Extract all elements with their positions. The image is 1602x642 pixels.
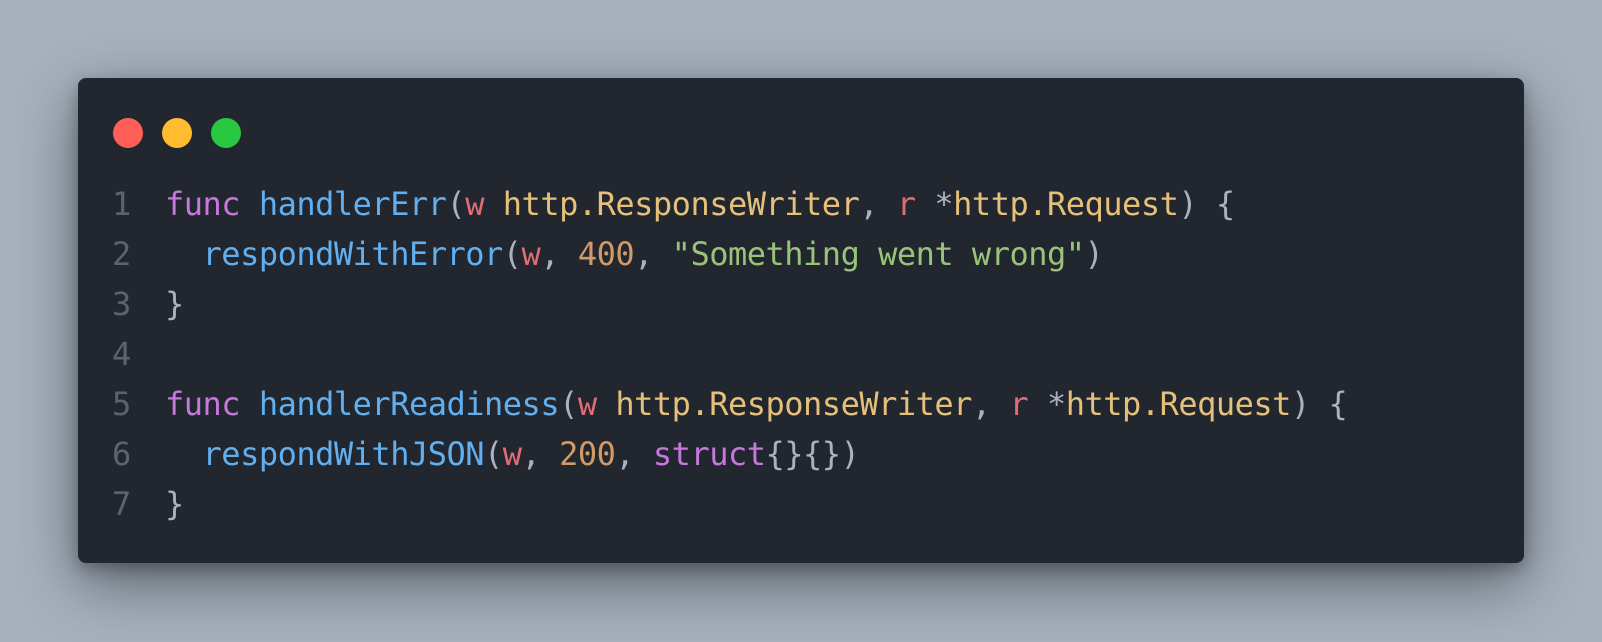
code-token-plain: , xyxy=(634,235,672,273)
code-token-plain: * xyxy=(915,185,954,223)
line-content: } xyxy=(165,479,184,529)
code-token-plain: ( xyxy=(559,385,578,423)
line-content: respondWithError(w, 400, "Something went… xyxy=(165,229,1104,279)
code-token-plain: , xyxy=(615,435,653,473)
code-token-plain: ( xyxy=(502,235,522,273)
line-number: 7 xyxy=(112,485,131,523)
window-controls xyxy=(113,118,241,148)
close-dot[interactable] xyxy=(113,118,143,148)
code-token-function: handlerReadiness xyxy=(258,385,560,423)
code-token-function: respondWithJSON xyxy=(202,435,485,473)
minimize-dot[interactable] xyxy=(162,118,192,148)
code-token-function: handlerErr xyxy=(258,185,447,223)
line-number: 1 xyxy=(112,185,131,223)
code-token-plain: ( xyxy=(446,185,466,223)
code-token-plain: , xyxy=(521,435,560,473)
code-token-plain: * xyxy=(1028,385,1066,423)
code-token-type: http.ResponseWriter xyxy=(615,385,972,423)
code-token-type: http.Request xyxy=(1065,385,1292,423)
code-token-function: respondWithError xyxy=(202,235,504,273)
line-number: 5 xyxy=(112,385,131,423)
line-number: 4 xyxy=(112,335,131,373)
code-token-plain: ) { xyxy=(1178,185,1235,223)
line-content: } xyxy=(165,279,184,329)
code-token-param: w xyxy=(502,435,522,473)
line-number: 2 xyxy=(112,235,131,273)
code-token-keyword: struct xyxy=(652,435,766,473)
maximize-dot[interactable] xyxy=(211,118,241,148)
line-content: func handlerErr(w http.ResponseWriter, r… xyxy=(165,179,1235,229)
line-number: 3 xyxy=(112,285,131,323)
code-token-type: http.Request xyxy=(953,185,1179,223)
code-token-keyword: func xyxy=(165,185,241,223)
code-token-param: w xyxy=(577,385,597,423)
code-token-param: r xyxy=(896,185,916,223)
code-token-param: w xyxy=(465,185,485,223)
code-token-plain: } xyxy=(165,285,184,323)
code-token-plain: } xyxy=(165,485,184,523)
code-token-plain: , xyxy=(540,235,578,273)
code-token-string: "Something went wrong" xyxy=(671,235,1085,273)
line-content: func handlerReadiness(w http.ResponseWri… xyxy=(165,379,1348,429)
code-token-param: r xyxy=(1009,385,1029,423)
code-token-plain: ) xyxy=(1084,235,1104,273)
code-token-number: 400 xyxy=(577,235,635,273)
code-token-number: 200 xyxy=(559,435,616,473)
code-token-plain: , xyxy=(971,385,1010,423)
code-token-plain: {}{}) xyxy=(765,435,860,473)
code-token-plain: , xyxy=(859,185,897,223)
line-content: respondWithJSON(w, 200, struct{}{}) xyxy=(165,429,860,479)
code-token-plain: ( xyxy=(484,435,503,473)
code-token-type: http.ResponseWriter xyxy=(502,185,860,223)
code-token-plain: ) { xyxy=(1290,385,1348,423)
code-token-param: w xyxy=(521,235,541,273)
line-number: 6 xyxy=(112,435,131,473)
code-token-keyword: func xyxy=(165,385,241,423)
code-window: 1 func handlerErr(w http.ResponseWriter, … xyxy=(78,78,1524,563)
